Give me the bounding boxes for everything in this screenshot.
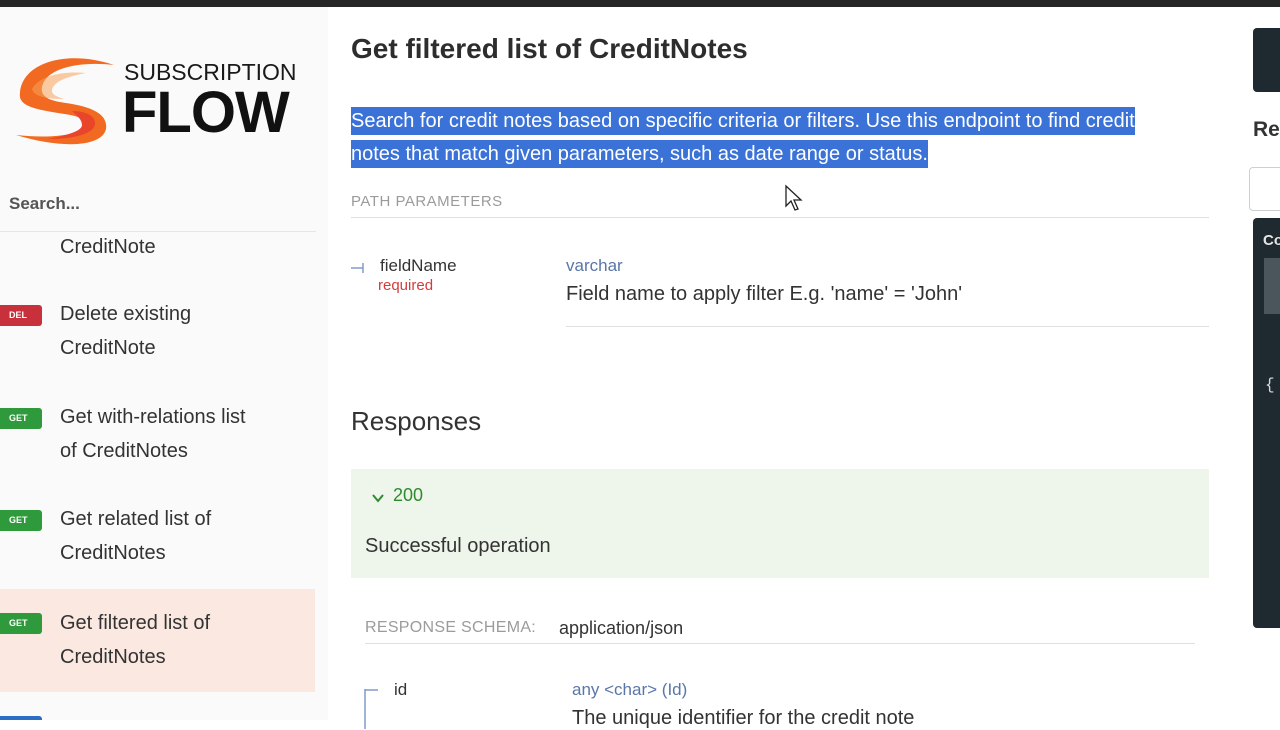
- sidebar-item-label: CreditNotes: [60, 542, 166, 564]
- param-description: Field name to apply filter E.g. 'name' =…: [566, 283, 963, 305]
- logo-mark-icon: [16, 58, 114, 145]
- endpoint-description[interactable]: Search for credit notes based on specifi…: [351, 105, 1181, 171]
- main-content: Get filtered list of CreditNotes Search …: [328, 7, 1228, 729]
- sidebar: SUBSCRIPTION FLOW CreditNote DEL Delete …: [0, 7, 328, 720]
- method-badge: [0, 716, 42, 720]
- sidebar-item-get-related-list[interactable]: GET Get related list of CreditNotes: [0, 496, 315, 574]
- chevron-down-icon[interactable]: [371, 491, 385, 505]
- response-description: Successful operation: [365, 535, 551, 557]
- tree-connector-icon: [364, 689, 378, 729]
- sidebar-item-label: Get with-relations list: [60, 406, 246, 428]
- param-name: fieldName: [380, 256, 457, 275]
- schema-field-description: The unique identifier for the credit not…: [572, 707, 915, 729]
- sidebar-item-next[interactable]: [0, 712, 315, 720]
- sidebar-item-creditnote[interactable]: CreditNote: [0, 228, 315, 268]
- brand-logo[interactable]: SUBSCRIPTION FLOW: [12, 49, 312, 149]
- page-title: Get filtered list of CreditNotes: [351, 33, 748, 64]
- sidebar-item-label: CreditNote: [60, 236, 156, 258]
- sidebar-item-label: CreditNote: [60, 337, 156, 359]
- sidebar-item-label: CreditNotes: [60, 646, 166, 668]
- divider: [566, 326, 1209, 327]
- method-badge-get: GET: [0, 408, 42, 429]
- response-schema-type[interactable]: application/json: [559, 618, 683, 639]
- right-panel-select[interactable]: [1249, 167, 1280, 211]
- divider: [351, 217, 1209, 218]
- window-top-bar: [0, 0, 1280, 7]
- code-panel-tab[interactable]: [1264, 258, 1280, 314]
- param-required-badge: required: [378, 277, 434, 294]
- response-status-code[interactable]: 200: [393, 485, 423, 506]
- code-panel-label: Co: [1263, 232, 1280, 249]
- param-type: varchar: [566, 256, 623, 275]
- responses-heading: Responses: [351, 406, 482, 436]
- sidebar-item-get-with-relations-list[interactable]: GET Get with-relations list of CreditNot…: [0, 394, 315, 472]
- divider: [365, 643, 1195, 644]
- sidebar-item-label: Get related list of: [60, 508, 212, 530]
- search-input[interactable]: [9, 193, 309, 215]
- tree-connector-icon: [351, 263, 364, 273]
- method-badge-get: GET: [0, 510, 42, 531]
- method-badge-get: GET: [0, 613, 42, 634]
- sidebar-item-label: Get filtered list of: [60, 612, 211, 634]
- sidebar-item-get-filtered-list[interactable]: GET Get filtered list of CreditNotes: [0, 589, 315, 692]
- path-parameters-label: PATH PARAMETERS: [351, 193, 503, 210]
- method-badge-del: DEL: [0, 305, 42, 326]
- mouse-cursor-icon: [785, 184, 803, 211]
- right-panel-header: [1253, 28, 1280, 92]
- sidebar-item-label: Delete existing: [60, 303, 192, 325]
- response-200-panel[interactable]: 200 Successful operation: [351, 469, 1209, 578]
- right-panel-title: Re: [1253, 118, 1280, 141]
- sidebar-item-delete-existing-creditnote[interactable]: DEL Delete existing CreditNote: [0, 291, 315, 369]
- code-brace: {: [1265, 376, 1275, 394]
- schema-field-type: any <char> (Id): [572, 680, 688, 699]
- response-schema-label: RESPONSE SCHEMA:: [365, 619, 537, 636]
- sidebar-item-label: of CreditNotes: [60, 440, 188, 462]
- schema-field-name: id: [394, 680, 408, 699]
- selected-text[interactable]: Search for credit notes based on specifi…: [351, 107, 1135, 168]
- brand-name: FLOW: [122, 80, 290, 145]
